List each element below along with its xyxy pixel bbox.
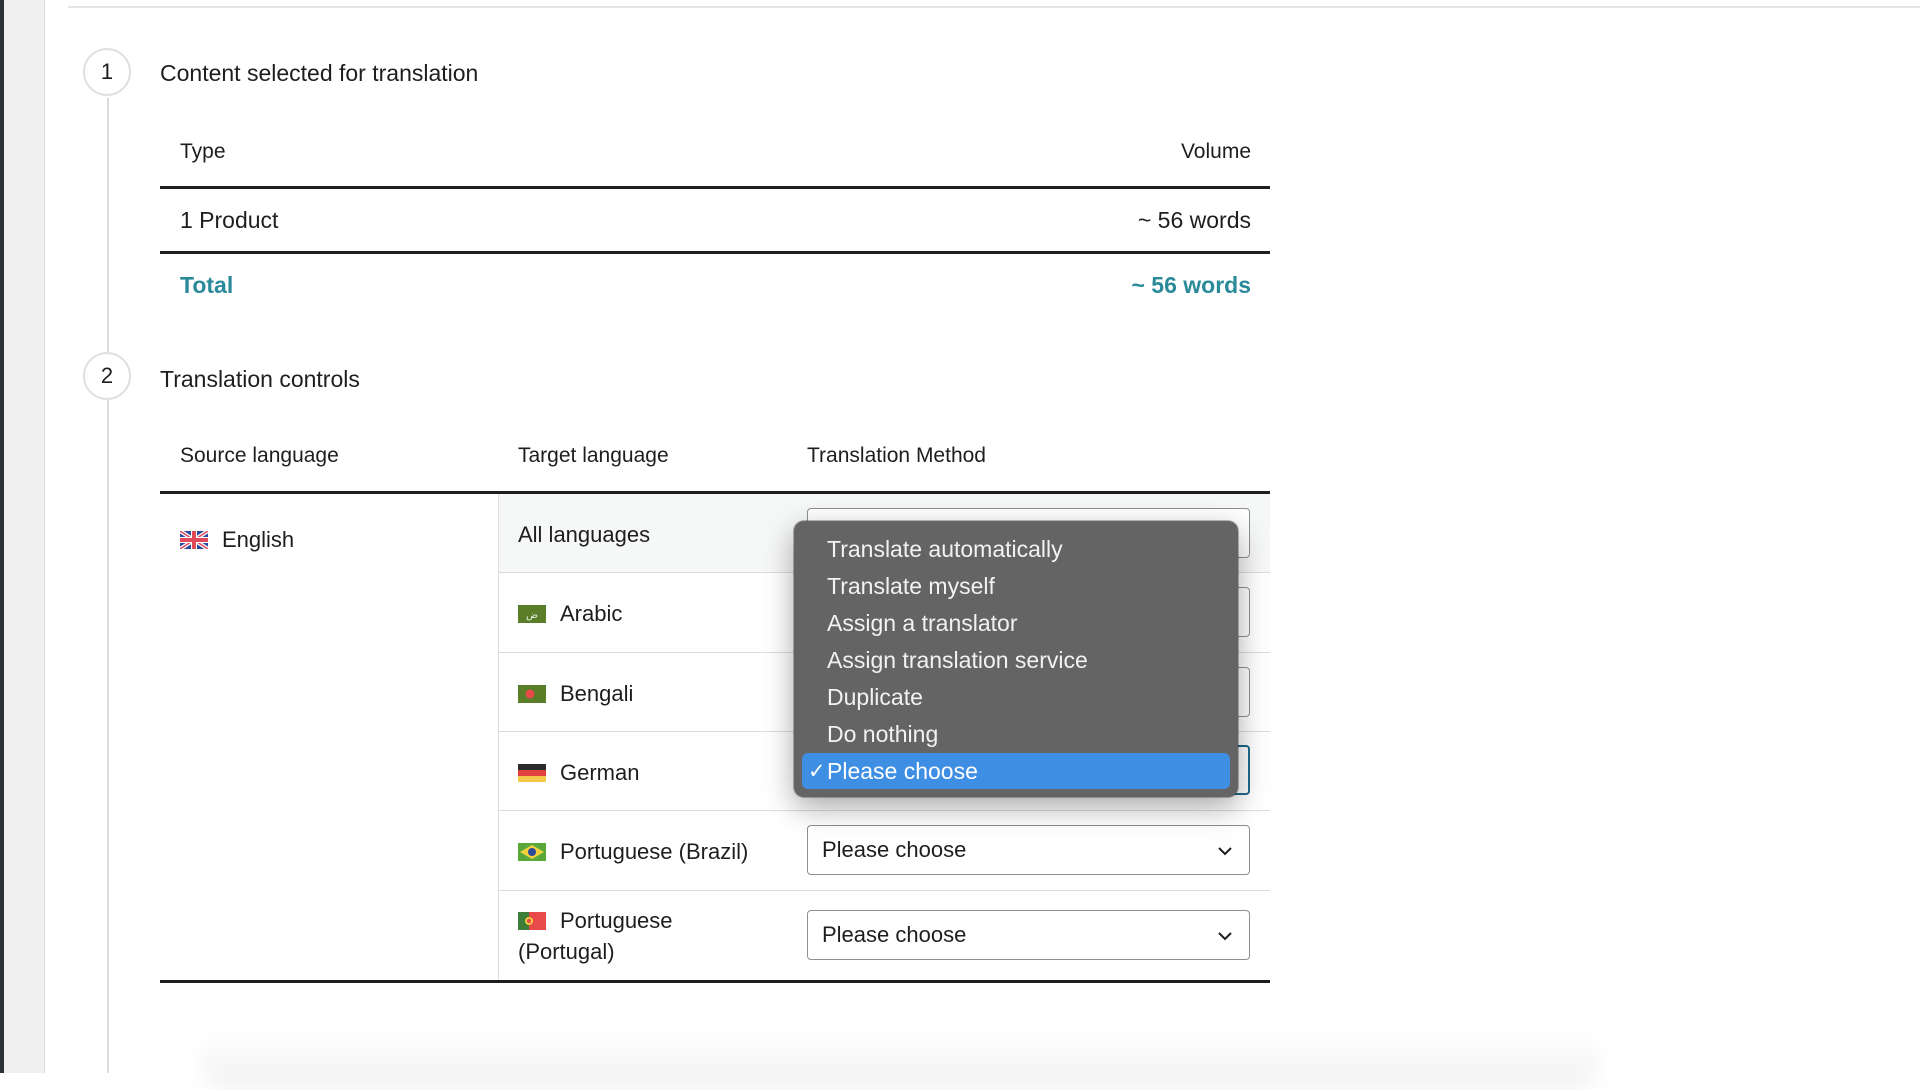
row-rule: [160, 251, 1270, 254]
table-bottom-rule: [160, 980, 1270, 983]
row-divider: [498, 890, 1270, 891]
select-value: Please choose: [822, 922, 967, 947]
row-divider: [498, 810, 1270, 811]
portuguese-portugal-method-select[interactable]: Please choose: [807, 910, 1250, 960]
dropdown-option-duplicate[interactable]: Duplicate: [802, 679, 1230, 715]
total-label: Total: [180, 272, 234, 298]
select-value: Please choose: [822, 837, 967, 862]
total-volume: ~ 56 words: [1131, 272, 1251, 298]
translation-method-dropdown-menu: Translate automatically Translate myself…: [794, 521, 1238, 797]
target-language-portuguese-portugal-line1: Portuguese: [560, 908, 673, 933]
row-volume: ~ 56 words: [1137, 207, 1251, 233]
brazil-flag-icon: [518, 843, 546, 861]
option-label: Please choose: [827, 757, 978, 784]
column-header-translation-method: Translation Method: [807, 444, 986, 467]
step-number: 1: [100, 59, 114, 84]
step-2-title: Translation controls: [160, 366, 360, 392]
uk-flag-icon: [180, 531, 208, 549]
target-language-bengali: Bengali: [560, 681, 634, 706]
step-1-badge: 1: [83, 48, 131, 96]
step-1-title: Content selected for translation: [160, 60, 479, 86]
dropdown-option-translate-myself[interactable]: Translate myself: [802, 568, 1230, 604]
step-number: 2: [100, 363, 114, 388]
column-divider: [498, 494, 499, 981]
target-language-portuguese-portugal-line2: (Portugal): [518, 939, 615, 964]
chevron-down-icon: [1218, 847, 1232, 856]
source-language-english: English: [222, 527, 295, 552]
arabic-flag-icon: ض: [518, 605, 546, 623]
top-divider: [68, 6, 1920, 8]
admin-sidebar-gutter: [4, 0, 45, 1073]
portugal-flag-icon: [518, 912, 546, 930]
row-type: 1 Product: [180, 207, 279, 233]
target-language-german: German: [560, 760, 640, 785]
column-header-type: Type: [180, 140, 226, 163]
step-2-badge: 2: [83, 352, 131, 400]
dropdown-option-assign-translator[interactable]: Assign a translator: [802, 605, 1230, 641]
column-header-volume: Volume: [1180, 140, 1251, 163]
svg-text:ض: ض: [526, 610, 538, 621]
checkmark-icon: ✓: [808, 759, 826, 783]
target-language-portuguese-brazil: Portuguese (Brazil): [560, 839, 749, 864]
bangladesh-flag-icon: [518, 685, 546, 703]
dropdown-option-translate-automatically[interactable]: Translate automatically: [802, 531, 1230, 567]
dropdown-option-do-nothing[interactable]: Do nothing: [802, 716, 1230, 752]
column-header-target-language: Target language: [518, 444, 669, 467]
target-language-arabic: Arabic: [560, 601, 623, 626]
column-header-source-language: Source language: [180, 444, 339, 467]
germany-flag-icon: [518, 764, 546, 782]
all-languages-label: All languages: [518, 522, 651, 547]
steps-timeline: [107, 98, 109, 1073]
dropdown-option-please-choose[interactable]: ✓ Please choose: [802, 753, 1230, 789]
header-rule: [160, 186, 1270, 189]
dropdown-option-assign-translation-service[interactable]: Assign translation service: [802, 642, 1230, 678]
chevron-down-icon: [1218, 932, 1232, 941]
floating-panel-shadow: [200, 1030, 1600, 1090]
portuguese-brazil-method-select[interactable]: Please choose: [807, 825, 1250, 875]
